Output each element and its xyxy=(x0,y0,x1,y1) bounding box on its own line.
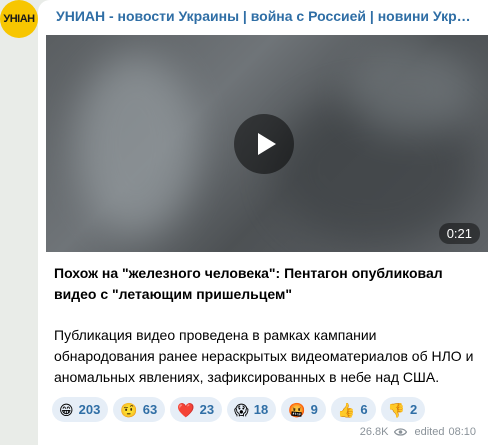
heart-emoji-icon: ❤️ xyxy=(177,401,195,418)
message-bubble: УНИАН - новости Украины | война с Россие… xyxy=(38,0,488,445)
thumbs-up-emoji-icon: 👍 xyxy=(337,401,356,418)
message-time: 08:10 xyxy=(448,426,476,438)
video-frame-blur xyxy=(76,55,196,235)
view-count: 26.8K xyxy=(359,426,389,438)
play-button[interactable] xyxy=(234,114,294,174)
post-body: Публикация видео проведена в рамках камп… xyxy=(54,327,474,385)
grin-emoji-icon: 😁 xyxy=(59,401,74,418)
cursing-emoji-icon: 🤬 xyxy=(288,401,306,418)
reaction-scream[interactable]: 😱 18 xyxy=(227,397,277,422)
eye-icon xyxy=(394,428,408,436)
edited-label: edited xyxy=(414,426,445,438)
channel-name[interactable]: УНИАН - новости Украины | война с Россие… xyxy=(56,8,476,24)
message-meta: 26.8K edited 08:10 xyxy=(360,426,476,438)
reaction-thumbs-down[interactable]: 👎 2 xyxy=(380,397,426,422)
reaction-count: 63 xyxy=(142,402,158,417)
reactions-bar: 😁 203 🤨 63 ❤️ 23 😱 18 🤬 9 👍 6 👎 2 xyxy=(52,397,482,422)
thumbs-down-emoji-icon: 👎 xyxy=(387,401,405,418)
video-duration: 0:21 xyxy=(438,223,480,244)
channel-avatar[interactable]: УНІАН xyxy=(0,0,38,38)
reaction-count: 23 xyxy=(199,402,215,417)
reaction-raised-eyebrow[interactable]: 🤨 63 xyxy=(113,397,166,422)
reaction-grin[interactable]: 😁 203 xyxy=(52,397,109,422)
scream-emoji-icon: 😱 xyxy=(234,401,249,418)
reaction-count: 9 xyxy=(310,402,318,417)
post-headline: Похож на "железного человека": Пентагон … xyxy=(54,265,443,302)
reaction-thumbs-up[interactable]: 👍 6 xyxy=(330,397,376,422)
reaction-count: 18 xyxy=(253,402,269,417)
reaction-cursing[interactable]: 🤬 9 xyxy=(281,397,326,422)
avatar-logo: УНІАН xyxy=(3,13,35,25)
reaction-count: 2 xyxy=(409,402,418,417)
video-frame-blur xyxy=(346,45,476,135)
reaction-count: 6 xyxy=(360,402,368,417)
raised-eyebrow-emoji-icon: 🤨 xyxy=(120,401,138,418)
video-player[interactable]: 0:21 xyxy=(46,35,488,252)
reaction-heart[interactable]: ❤️ 23 xyxy=(170,397,223,422)
reaction-count: 203 xyxy=(78,402,101,417)
play-icon xyxy=(257,133,276,155)
